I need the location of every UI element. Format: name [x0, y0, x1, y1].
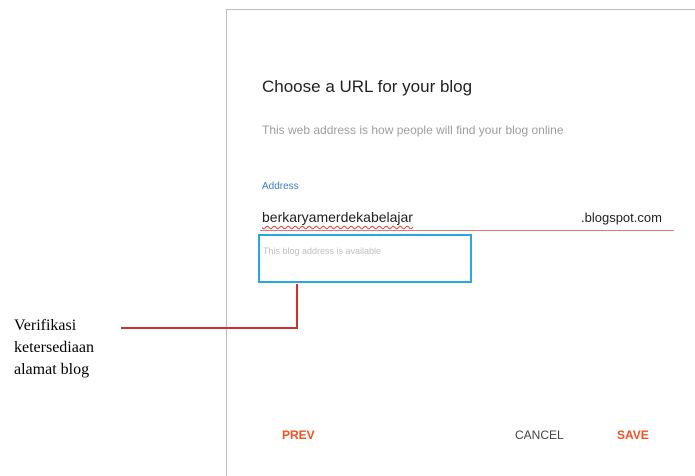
annotation-line-2: ketersediaan	[14, 339, 94, 356]
address-label: Address	[262, 181, 299, 192]
dialog-title: Choose a URL for your blog	[262, 77, 473, 96]
cancel-button[interactable]: CANCEL	[515, 428, 564, 442]
dialog-subtitle: This web address is how people will find…	[262, 123, 564, 137]
annotation-connector-horizontal	[121, 327, 298, 329]
availability-highlight-box	[258, 234, 472, 283]
annotation-line-1: Verifikasi	[14, 317, 77, 334]
availability-message: This blog address is available	[263, 246, 382, 256]
prev-button[interactable]: PREV	[282, 428, 315, 442]
address-suffix: .blogspot.com	[581, 210, 662, 225]
address-input[interactable]: berkaryamerdekabelajar	[262, 209, 413, 225]
annotation-line-3: alamat blog	[14, 361, 90, 378]
annotation-connector-vertical	[296, 284, 298, 328]
save-button[interactable]: SAVE	[617, 428, 649, 442]
address-underline	[260, 230, 674, 231]
annotation-label: Verifikasi ketersediaan alamat blog	[14, 315, 94, 381]
